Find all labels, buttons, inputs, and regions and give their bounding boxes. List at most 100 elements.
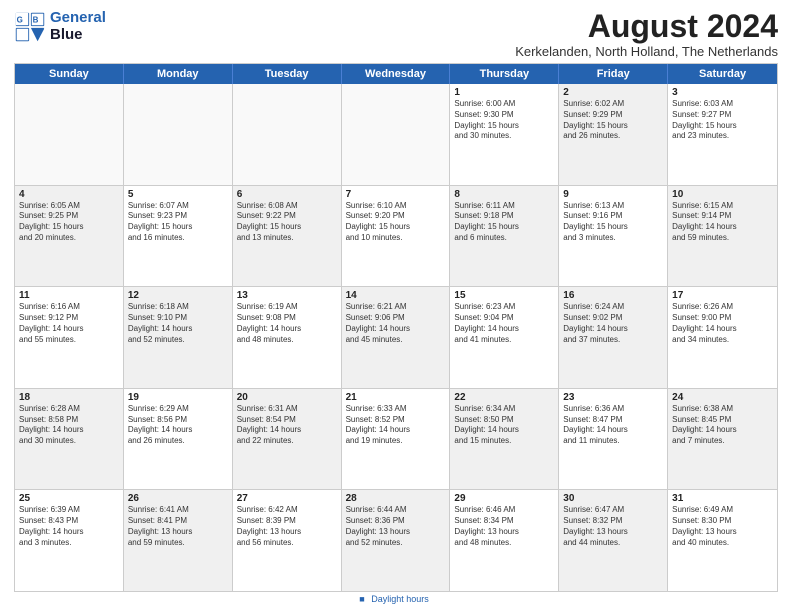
day-number: 12 xyxy=(128,290,228,301)
calendar: Sunday Monday Tuesday Wednesday Thursday… xyxy=(14,63,778,592)
week-row-5: 25Sunrise: 6:39 AM Sunset: 8:43 PM Dayli… xyxy=(15,489,777,591)
day-info: Sunrise: 6:26 AM Sunset: 9:00 PM Dayligh… xyxy=(672,302,773,345)
day-number: 11 xyxy=(19,290,119,301)
week-row-2: 4Sunrise: 6:05 AM Sunset: 9:25 PM Daylig… xyxy=(15,185,777,287)
cell-week5-day2: 26Sunrise: 6:41 AM Sunset: 8:41 PM Dayli… xyxy=(124,490,233,591)
day-number: 14 xyxy=(346,290,446,301)
day-number: 6 xyxy=(237,189,337,200)
day-number: 30 xyxy=(563,493,663,504)
cell-week3-day6: 16Sunrise: 6:24 AM Sunset: 9:02 PM Dayli… xyxy=(559,287,668,388)
cell-week1-day7: 3Sunrise: 6:03 AM Sunset: 9:27 PM Daylig… xyxy=(668,84,777,185)
day-number: 13 xyxy=(237,290,337,301)
day-number: 27 xyxy=(237,493,337,504)
cell-week5-day6: 30Sunrise: 6:47 AM Sunset: 8:32 PM Dayli… xyxy=(559,490,668,591)
cell-week2-day5: 8Sunrise: 6:11 AM Sunset: 9:18 PM Daylig… xyxy=(450,186,559,287)
logo: G B General Blue xyxy=(14,10,106,43)
cell-week5-day3: 27Sunrise: 6:42 AM Sunset: 8:39 PM Dayli… xyxy=(233,490,342,591)
day-number: 18 xyxy=(19,392,119,403)
cell-week2-day4: 7Sunrise: 6:10 AM Sunset: 9:20 PM Daylig… xyxy=(342,186,451,287)
day-number: 10 xyxy=(672,189,773,200)
week-row-4: 18Sunrise: 6:28 AM Sunset: 8:58 PM Dayli… xyxy=(15,388,777,490)
day-info: Sunrise: 6:13 AM Sunset: 9:16 PM Dayligh… xyxy=(563,201,663,244)
cell-week2-day2: 5Sunrise: 6:07 AM Sunset: 9:23 PM Daylig… xyxy=(124,186,233,287)
header-sunday: Sunday xyxy=(15,64,124,84)
footer-note: ■ Daylight hours xyxy=(14,594,778,606)
day-number: 25 xyxy=(19,493,119,504)
day-info: Sunrise: 6:10 AM Sunset: 9:20 PM Dayligh… xyxy=(346,201,446,244)
cell-week3-day3: 13Sunrise: 6:19 AM Sunset: 9:08 PM Dayli… xyxy=(233,287,342,388)
header-thursday: Thursday xyxy=(450,64,559,84)
day-number: 1 xyxy=(454,87,554,98)
cell-week4-day7: 24Sunrise: 6:38 AM Sunset: 8:45 PM Dayli… xyxy=(668,389,777,490)
day-info: Sunrise: 6:34 AM Sunset: 8:50 PM Dayligh… xyxy=(454,404,554,447)
day-info: Sunrise: 6:46 AM Sunset: 8:34 PM Dayligh… xyxy=(454,505,554,548)
cell-week4-day4: 21Sunrise: 6:33 AM Sunset: 8:52 PM Dayli… xyxy=(342,389,451,490)
day-number: 31 xyxy=(672,493,773,504)
day-number: 19 xyxy=(128,392,228,403)
cell-week2-day7: 10Sunrise: 6:15 AM Sunset: 9:14 PM Dayli… xyxy=(668,186,777,287)
svg-text:G: G xyxy=(17,15,23,24)
day-info: Sunrise: 6:05 AM Sunset: 9:25 PM Dayligh… xyxy=(19,201,119,244)
cell-week3-day1: 11Sunrise: 6:16 AM Sunset: 9:12 PM Dayli… xyxy=(15,287,124,388)
cell-week2-day6: 9Sunrise: 6:13 AM Sunset: 9:16 PM Daylig… xyxy=(559,186,668,287)
page: G B General Blue August 2024 Kerkelanden… xyxy=(0,0,792,612)
header-saturday: Saturday xyxy=(668,64,777,84)
day-info: Sunrise: 6:36 AM Sunset: 8:47 PM Dayligh… xyxy=(563,404,663,447)
day-info: Sunrise: 6:00 AM Sunset: 9:30 PM Dayligh… xyxy=(454,99,554,142)
cell-week2-day1: 4Sunrise: 6:05 AM Sunset: 9:25 PM Daylig… xyxy=(15,186,124,287)
day-info: Sunrise: 6:16 AM Sunset: 9:12 PM Dayligh… xyxy=(19,302,119,345)
day-info: Sunrise: 6:41 AM Sunset: 8:41 PM Dayligh… xyxy=(128,505,228,548)
day-number: 29 xyxy=(454,493,554,504)
day-info: Sunrise: 6:33 AM Sunset: 8:52 PM Dayligh… xyxy=(346,404,446,447)
cell-week3-day5: 15Sunrise: 6:23 AM Sunset: 9:04 PM Dayli… xyxy=(450,287,559,388)
header-tuesday: Tuesday xyxy=(233,64,342,84)
day-info: Sunrise: 6:24 AM Sunset: 9:02 PM Dayligh… xyxy=(563,302,663,345)
cell-week4-day5: 22Sunrise: 6:34 AM Sunset: 8:50 PM Dayli… xyxy=(450,389,559,490)
day-number: 23 xyxy=(563,392,663,403)
day-info: Sunrise: 6:07 AM Sunset: 9:23 PM Dayligh… xyxy=(128,201,228,244)
logo-text: General Blue xyxy=(50,10,106,43)
header-friday: Friday xyxy=(559,64,668,84)
logo-line1: General xyxy=(50,10,106,27)
day-info: Sunrise: 6:28 AM Sunset: 8:58 PM Dayligh… xyxy=(19,404,119,447)
day-number: 15 xyxy=(454,290,554,301)
day-number: 4 xyxy=(19,189,119,200)
cell-week4-day3: 20Sunrise: 6:31 AM Sunset: 8:54 PM Dayli… xyxy=(233,389,342,490)
cell-week3-day7: 17Sunrise: 6:26 AM Sunset: 9:00 PM Dayli… xyxy=(668,287,777,388)
day-number: 20 xyxy=(237,392,337,403)
cell-week1-day2 xyxy=(124,84,233,185)
day-info: Sunrise: 6:42 AM Sunset: 8:39 PM Dayligh… xyxy=(237,505,337,548)
day-number: 21 xyxy=(346,392,446,403)
day-number: 8 xyxy=(454,189,554,200)
cell-week2-day3: 6Sunrise: 6:08 AM Sunset: 9:22 PM Daylig… xyxy=(233,186,342,287)
cell-week5-day7: 31Sunrise: 6:49 AM Sunset: 8:30 PM Dayli… xyxy=(668,490,777,591)
day-info: Sunrise: 6:03 AM Sunset: 9:27 PM Dayligh… xyxy=(672,99,773,142)
calendar-header: Sunday Monday Tuesday Wednesday Thursday… xyxy=(15,64,777,84)
cell-week5-day4: 28Sunrise: 6:44 AM Sunset: 8:36 PM Dayli… xyxy=(342,490,451,591)
day-number: 16 xyxy=(563,290,663,301)
day-info: Sunrise: 6:49 AM Sunset: 8:30 PM Dayligh… xyxy=(672,505,773,548)
day-number: 7 xyxy=(346,189,446,200)
day-info: Sunrise: 6:21 AM Sunset: 9:06 PM Dayligh… xyxy=(346,302,446,345)
week-row-3: 11Sunrise: 6:16 AM Sunset: 9:12 PM Dayli… xyxy=(15,286,777,388)
title-block: August 2024 Kerkelanden, North Holland, … xyxy=(515,10,778,59)
header: G B General Blue August 2024 Kerkelanden… xyxy=(14,10,778,59)
logo-icon: G B xyxy=(14,11,46,43)
cell-week4-day2: 19Sunrise: 6:29 AM Sunset: 8:56 PM Dayli… xyxy=(124,389,233,490)
cell-week3-day4: 14Sunrise: 6:21 AM Sunset: 9:06 PM Dayli… xyxy=(342,287,451,388)
day-info: Sunrise: 6:19 AM Sunset: 9:08 PM Dayligh… xyxy=(237,302,337,345)
day-info: Sunrise: 6:18 AM Sunset: 9:10 PM Dayligh… xyxy=(128,302,228,345)
svg-text:B: B xyxy=(33,15,39,24)
day-info: Sunrise: 6:31 AM Sunset: 8:54 PM Dayligh… xyxy=(237,404,337,447)
header-wednesday: Wednesday xyxy=(342,64,451,84)
cell-week4-day6: 23Sunrise: 6:36 AM Sunset: 8:47 PM Dayli… xyxy=(559,389,668,490)
day-info: Sunrise: 6:44 AM Sunset: 8:36 PM Dayligh… xyxy=(346,505,446,548)
cell-week4-day1: 18Sunrise: 6:28 AM Sunset: 8:58 PM Dayli… xyxy=(15,389,124,490)
day-info: Sunrise: 6:11 AM Sunset: 9:18 PM Dayligh… xyxy=(454,201,554,244)
day-info: Sunrise: 6:02 AM Sunset: 9:29 PM Dayligh… xyxy=(563,99,663,142)
day-info: Sunrise: 6:38 AM Sunset: 8:45 PM Dayligh… xyxy=(672,404,773,447)
cell-week3-day2: 12Sunrise: 6:18 AM Sunset: 9:10 PM Dayli… xyxy=(124,287,233,388)
day-number: 24 xyxy=(672,392,773,403)
cell-week5-day5: 29Sunrise: 6:46 AM Sunset: 8:34 PM Dayli… xyxy=(450,490,559,591)
cell-week1-day5: 1Sunrise: 6:00 AM Sunset: 9:30 PM Daylig… xyxy=(450,84,559,185)
